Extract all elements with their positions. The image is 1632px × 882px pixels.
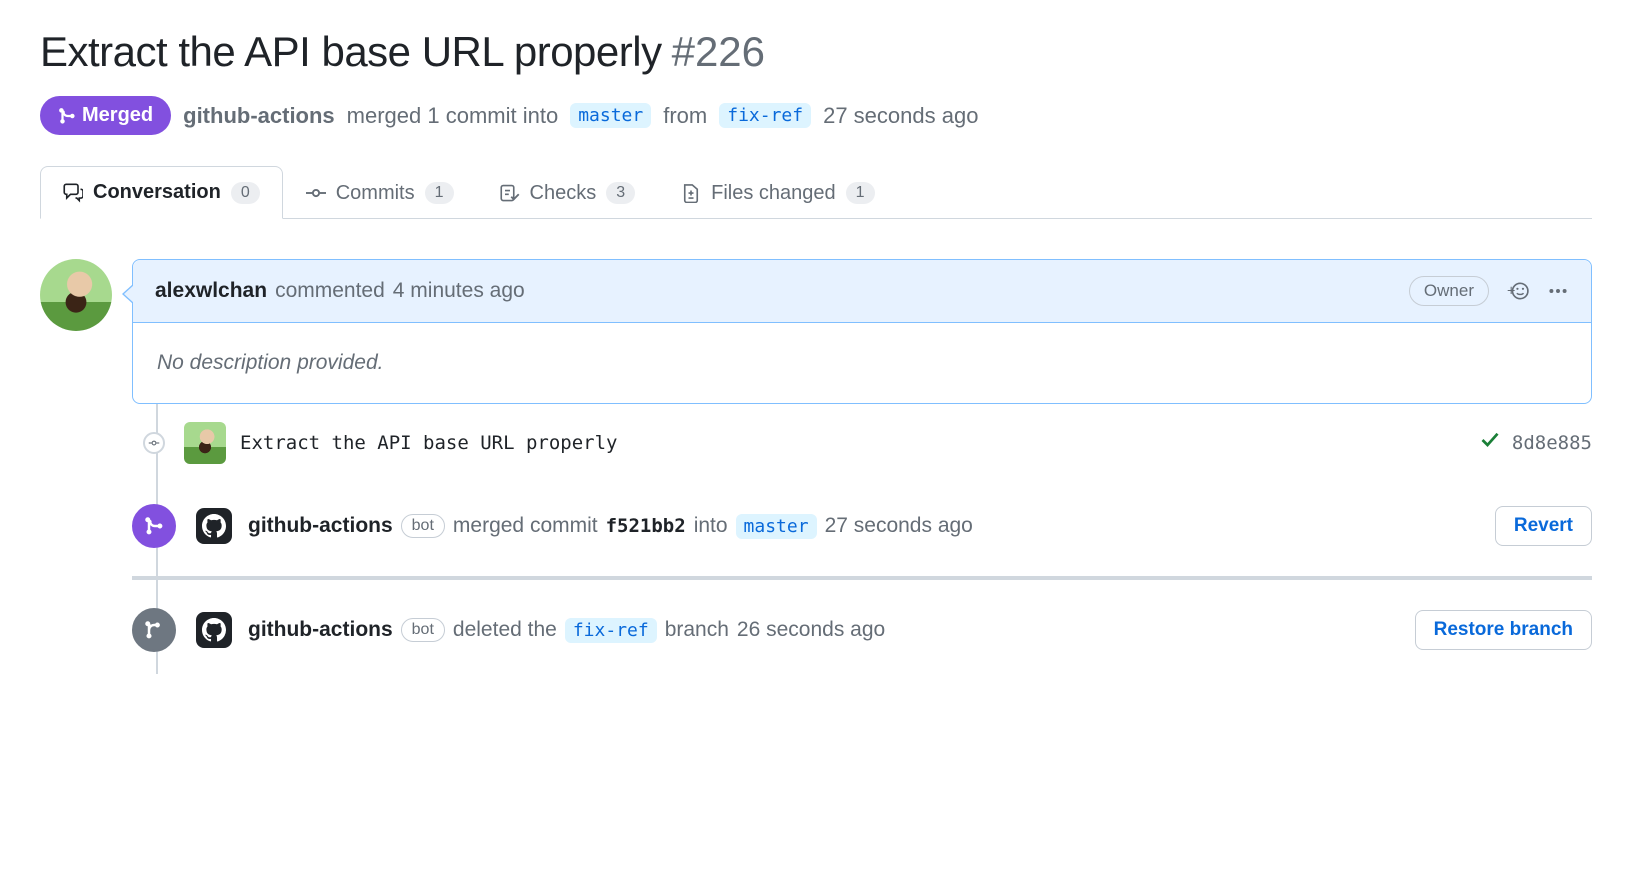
pr-title: Extract the API base URL properly [40, 28, 662, 76]
meta-text-1: merged 1 commit into [347, 103, 559, 129]
tab-label: Commits [336, 182, 415, 205]
meta-actor[interactable]: github-actions [183, 103, 335, 129]
tab-label: Files changed [711, 182, 836, 205]
pr-tabs: Conversation 0 Commits 1 Checks 3 Files … [40, 165, 1592, 219]
revert-button[interactable]: Revert [1495, 506, 1592, 546]
merge-target-branch[interactable]: master [736, 514, 817, 539]
add-reaction-button[interactable]: + [1507, 280, 1529, 302]
event-text-1: deleted the [453, 618, 557, 642]
file-diff-icon [681, 183, 701, 203]
state-label: Merged [82, 104, 153, 127]
restore-branch-button[interactable]: Restore branch [1415, 610, 1592, 650]
commit-message[interactable]: Extract the API base URL properly [240, 432, 618, 454]
meta-time: 27 seconds ago [823, 103, 978, 129]
event-actor[interactable]: github-actions [248, 618, 393, 642]
role-badge: Owner [1409, 276, 1489, 306]
author-avatar[interactable] [40, 259, 112, 331]
base-branch-pill[interactable]: master [570, 103, 651, 128]
commit-sha[interactable]: 8d8e885 [1512, 432, 1592, 454]
comment-box: alexwlchan commented 4 minutes ago Owner… [132, 259, 1592, 404]
pr-meta-row: Merged github-actions merged 1 commit in… [40, 96, 1592, 135]
bot-label: bot [401, 618, 445, 642]
event-text-2: branch [665, 618, 729, 642]
event-actor[interactable]: github-actions [248, 514, 393, 538]
pr-number: #226 [672, 28, 765, 76]
branch-badge-icon [132, 608, 176, 652]
comment-author[interactable]: alexwlchan [155, 279, 267, 303]
merge-commit-sha[interactable]: f521bb2 [606, 515, 686, 537]
timeline-merge-item: github-actions bot merged commit f521bb2… [132, 482, 1592, 570]
timeline-divider [132, 576, 1592, 580]
checklist-icon [500, 183, 520, 203]
git-merge-icon [58, 107, 76, 125]
conversation-content: alexwlchan commented 4 minutes ago Owner… [40, 259, 1592, 674]
comment-body: No description provided. [133, 323, 1591, 403]
commit-author-avatar[interactable] [184, 422, 226, 464]
comment-discussion-icon [63, 183, 83, 203]
timeline-commit-item: Extract the API base URL properly 8d8e88… [132, 404, 1592, 482]
event-time: 27 seconds ago [825, 514, 973, 538]
merge-badge-icon [132, 504, 176, 548]
timeline-delete-branch-item: github-actions bot deleted the fix-ref b… [132, 586, 1592, 674]
check-success-icon[interactable] [1480, 430, 1500, 456]
tab-counter: 0 [231, 182, 260, 204]
tab-checks[interactable]: Checks 3 [477, 166, 659, 219]
comment-header: alexwlchan commented 4 minutes ago Owner… [133, 260, 1591, 323]
tab-counter: 1 [425, 182, 454, 204]
comment-time[interactable]: 4 minutes ago [393, 279, 525, 303]
tab-label: Conversation [93, 181, 221, 204]
event-text-2: into [694, 514, 728, 538]
state-badge-merged: Merged [40, 96, 171, 135]
github-actions-avatar[interactable] [196, 508, 232, 544]
tab-label: Checks [530, 182, 597, 205]
tab-conversation[interactable]: Conversation 0 [40, 166, 283, 219]
tab-counter: 3 [606, 182, 635, 204]
event-text-1: merged commit [453, 514, 598, 538]
meta-text-2: from [663, 103, 707, 129]
bot-label: bot [401, 514, 445, 538]
kebab-menu-button[interactable] [1547, 280, 1569, 302]
tab-counter: 1 [846, 182, 875, 204]
head-branch-pill[interactable]: fix-ref [719, 103, 811, 128]
deleted-branch[interactable]: fix-ref [565, 618, 657, 643]
timeline: Extract the API base URL properly 8d8e88… [132, 404, 1592, 674]
tab-files-changed[interactable]: Files changed 1 [658, 166, 897, 219]
github-actions-avatar[interactable] [196, 612, 232, 648]
pr-header: Extract the API base URL properly #226 [40, 28, 1592, 76]
commit-marker-icon [143, 432, 165, 454]
event-time: 26 seconds ago [737, 618, 885, 642]
comment-action: commented [275, 279, 385, 303]
tab-commits[interactable]: Commits 1 [283, 166, 477, 219]
git-commit-icon [306, 183, 326, 203]
